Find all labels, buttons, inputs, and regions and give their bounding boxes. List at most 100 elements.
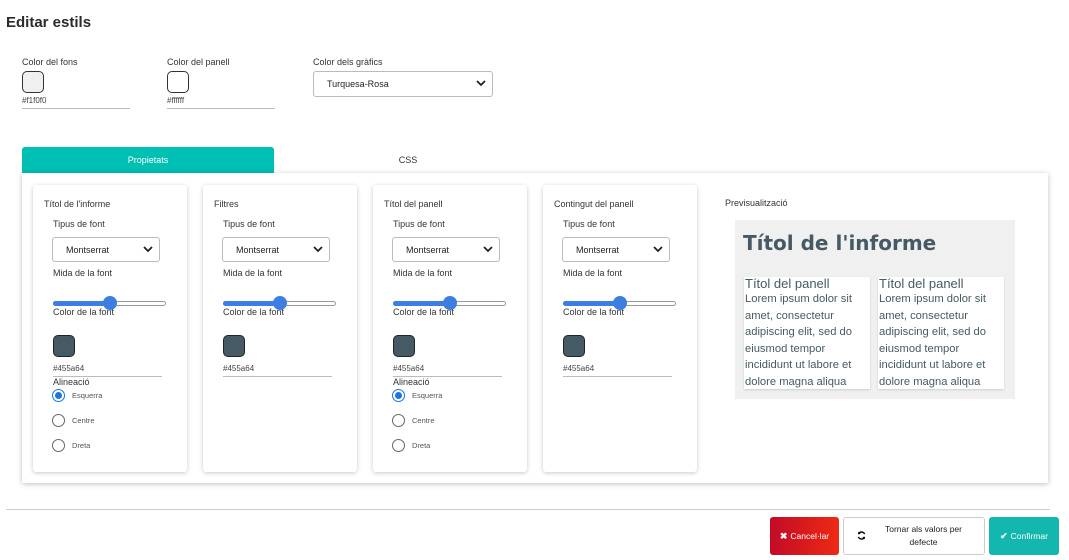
confirm-button-label: Confirmar bbox=[1010, 531, 1048, 541]
preview-panel: Títol del panell Lorem ipsum dolor sit a… bbox=[878, 277, 1004, 389]
font-color-label: Color de la font bbox=[223, 307, 285, 317]
radio-icon[interactable] bbox=[392, 414, 405, 427]
tab-css[interactable]: CSS bbox=[282, 147, 534, 173]
font-size-slider[interactable] bbox=[223, 296, 336, 310]
card-title: Filtres bbox=[214, 199, 239, 209]
reset-defaults-button[interactable]: Tornar als valors per defecte bbox=[843, 517, 985, 555]
panel-color-field: Color del panell #ffffff bbox=[167, 57, 275, 109]
font-type-select[interactable]: Montserrat bbox=[52, 237, 160, 262]
check-icon: ✔ bbox=[1000, 530, 1008, 541]
font-size-label: Mida de la font bbox=[223, 268, 283, 278]
preview-panel: Títol del panell Lorem ipsum dolor sit a… bbox=[744, 277, 870, 389]
font-size-label: Mida de la font bbox=[563, 268, 623, 278]
chevron-down-icon bbox=[313, 245, 323, 255]
font-color-label: Color de la font bbox=[53, 307, 115, 317]
radio-icon[interactable] bbox=[52, 414, 65, 427]
background-color-label: Color del fons bbox=[22, 57, 78, 67]
font-color-swatch[interactable] bbox=[563, 335, 585, 357]
font-color-swatch[interactable] bbox=[223, 335, 245, 357]
chevron-down-icon bbox=[143, 245, 153, 255]
cancel-button-label: Cancel·lar bbox=[790, 531, 830, 541]
chevron-down-icon bbox=[483, 245, 493, 255]
align-right-radio[interactable]: Dreta bbox=[392, 439, 430, 452]
font-size-label: Mida de la font bbox=[393, 268, 453, 278]
properties-panel: Títol de l'informe Tipus de font Montser… bbox=[22, 173, 1048, 483]
font-size-slider[interactable] bbox=[393, 296, 506, 310]
footer-divider bbox=[6, 509, 1050, 510]
panel-color-hex[interactable]: #ffffff bbox=[167, 96, 275, 109]
font-type-label: Tipus de font bbox=[223, 219, 275, 229]
font-type-select[interactable]: Montserrat bbox=[392, 237, 500, 262]
refresh-icon bbox=[857, 530, 866, 542]
panel-color-swatch[interactable] bbox=[167, 71, 189, 93]
preview-panel-text: Lorem ipsum dolor sit amet, consectetur … bbox=[745, 293, 852, 388]
align-left-radio[interactable]: Esquerra bbox=[392, 389, 442, 402]
card-title: Títol del panell bbox=[384, 199, 443, 209]
font-color-label: Color de la font bbox=[563, 307, 625, 317]
radio-label: Dreta bbox=[412, 441, 431, 450]
confirm-button[interactable]: ✔ Confirmar bbox=[989, 517, 1059, 555]
align-right-radio[interactable]: Dreta bbox=[52, 439, 90, 452]
radio-label: Centre bbox=[412, 416, 435, 425]
radio-checked-icon[interactable] bbox=[392, 389, 405, 402]
background-color-hex[interactable]: #f1f0f0 bbox=[22, 96, 130, 109]
reset-button-label: Tornar als valors per defecte bbox=[884, 524, 962, 547]
align-center-radio[interactable]: Centre bbox=[52, 414, 95, 427]
font-type-label: Tipus de font bbox=[393, 219, 445, 229]
page-title: Editar estils bbox=[6, 14, 92, 31]
font-color-label: Color de la font bbox=[393, 307, 455, 317]
preview-panel-title: Títol del panell bbox=[879, 276, 964, 291]
radio-label: Esquerra bbox=[72, 391, 103, 400]
font-type-value: Montserrat bbox=[236, 244, 280, 255]
radio-label: Dreta bbox=[72, 441, 91, 450]
preview-panel-title: Títol del panell bbox=[745, 276, 830, 291]
font-type-select[interactable]: Montserrat bbox=[222, 237, 330, 262]
font-type-value: Montserrat bbox=[406, 244, 450, 255]
alignment-label: Alineació bbox=[53, 377, 90, 387]
radio-icon[interactable] bbox=[392, 439, 405, 452]
align-center-radio[interactable]: Centre bbox=[392, 414, 435, 427]
chart-colors-field: Color dels gràfics Turquesa-Rosa bbox=[313, 57, 493, 97]
card-filters: Filtres Tipus de font Montserrat Mida de… bbox=[203, 185, 357, 472]
edit-styles-dialog: Editar estils Color del fons #f1f0f0 Col… bbox=[0, 0, 1069, 560]
card-title: Contingut del panell bbox=[554, 199, 634, 209]
font-type-select[interactable]: Montserrat bbox=[562, 237, 670, 262]
card-title: Títol de l'informe bbox=[44, 199, 111, 209]
panel-color-label: Color del panell bbox=[167, 57, 230, 67]
background-color-field: Color del fons #f1f0f0 bbox=[22, 57, 130, 109]
font-type-label: Tipus de font bbox=[53, 219, 105, 229]
alignment-label: Alineació bbox=[393, 377, 430, 387]
card-panel-content: Contingut del panell Tipus de font Monts… bbox=[543, 185, 697, 472]
font-color-hex[interactable]: #455a64 bbox=[393, 364, 502, 377]
preview-report-title: Títol de l'informe bbox=[743, 231, 937, 255]
preview-panel-text: Lorem ipsum dolor sit amet, consectetur … bbox=[879, 293, 986, 388]
radio-label: Centre bbox=[72, 416, 95, 425]
font-size-slider[interactable] bbox=[53, 296, 166, 310]
font-color-swatch[interactable] bbox=[53, 335, 75, 357]
cancel-button[interactable]: ✖ Cancel·lar bbox=[770, 517, 839, 555]
radio-icon[interactable] bbox=[52, 439, 65, 452]
preview-area: Títol de l'informe Títol del panell Lore… bbox=[735, 220, 1015, 399]
chart-colors-value: Turquesa-Rosa bbox=[327, 79, 389, 89]
radio-checked-icon[interactable] bbox=[52, 389, 65, 402]
font-type-value: Montserrat bbox=[576, 244, 620, 255]
tab-properties[interactable]: Propietats bbox=[22, 147, 274, 173]
card-report-title: Títol de l'informe Tipus de font Montser… bbox=[33, 185, 187, 472]
chart-colors-select[interactable]: Turquesa-Rosa bbox=[313, 71, 493, 97]
font-color-hex[interactable]: #455a64 bbox=[563, 364, 672, 377]
font-color-swatch[interactable] bbox=[393, 335, 415, 357]
preview-label: Previsualització bbox=[725, 198, 788, 208]
chart-colors-label: Color dels gràfics bbox=[313, 57, 383, 67]
card-panel-title: Títol del panell Tipus de font Montserra… bbox=[373, 185, 527, 472]
font-size-slider[interactable] bbox=[563, 296, 676, 310]
align-left-radio[interactable]: Esquerra bbox=[52, 389, 102, 402]
font-type-label: Tipus de font bbox=[563, 219, 615, 229]
background-color-swatch[interactable] bbox=[22, 71, 44, 93]
font-type-value: Montserrat bbox=[66, 244, 110, 255]
font-color-hex[interactable]: #455a64 bbox=[53, 364, 162, 377]
x-icon: ✖ bbox=[779, 530, 788, 541]
chevron-down-icon bbox=[653, 245, 663, 255]
font-color-hex[interactable]: #455a64 bbox=[223, 364, 332, 377]
radio-label: Esquerra bbox=[412, 391, 443, 400]
chevron-down-icon bbox=[476, 79, 486, 89]
